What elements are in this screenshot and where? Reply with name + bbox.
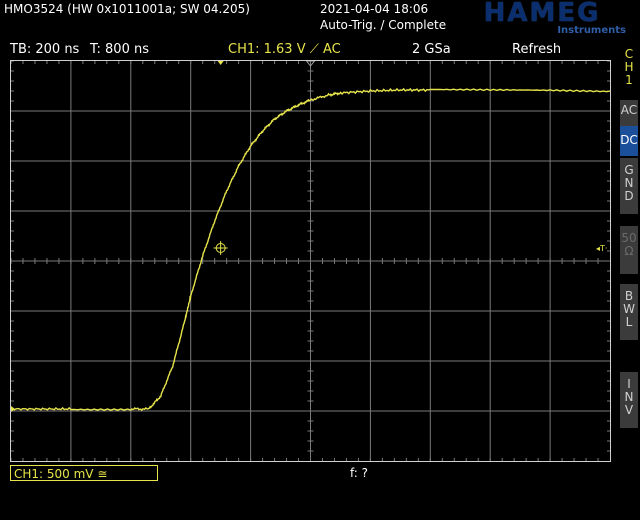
timebase-readout[interactable]: TB: 200 ns [10,42,79,57]
coupling-dc-label: DC [620,133,638,147]
date-time: 2021-04-04 18:06 [320,2,429,16]
trigger-position-marker [217,61,224,65]
channel-trigger-setting[interactable]: CH1: 1.63 V ⟋ AC [228,42,341,57]
logo-text: HAMEG [483,0,601,28]
coupling-dc-button[interactable]: DC [620,126,638,156]
sidebar-char: V [624,403,634,417]
sidebar-channel-ch1[interactable]: C H 1 [620,48,638,92]
coupling-ac-label: AC [620,103,638,117]
waveform-grid: 1◂T· [11,61,610,461]
coupling-gnd-button[interactable]: G N D [620,158,638,214]
device-info: HMO3524 (HW 0x1011001a; SW 04.205) [4,2,250,16]
hameg-logo: HAMEG Instruments [454,0,630,38]
sidebar-char: 1 [625,73,633,87]
sidebar-char: L [625,315,633,329]
sidebar-char: Ω [624,244,634,258]
acquisition-mode[interactable]: Refresh [512,42,561,57]
sidebar-char: D [624,189,634,203]
bandwidth-limit-button[interactable]: B W L [620,284,638,340]
trigger-position-readout[interactable]: T: 800 ns [90,42,149,57]
impedance-50-ohm-button[interactable]: 50 Ω [620,226,638,274]
sample-rate: 2 GSa [412,42,451,57]
coupling-ac-button[interactable]: AC [620,100,638,126]
trigger-level-marker: ◂T· [596,244,607,253]
ch1-scale-label[interactable]: CH1: 500 mV ≅ [10,465,158,481]
logo-subtitle: Instruments [557,25,626,36]
trigger-status: Auto-Trig. / Complete [320,18,447,32]
invert-button[interactable]: I N V [620,372,638,428]
waveform-display[interactable]: 1◂T· [10,60,611,462]
frequency-readout: f: ? [350,466,369,480]
